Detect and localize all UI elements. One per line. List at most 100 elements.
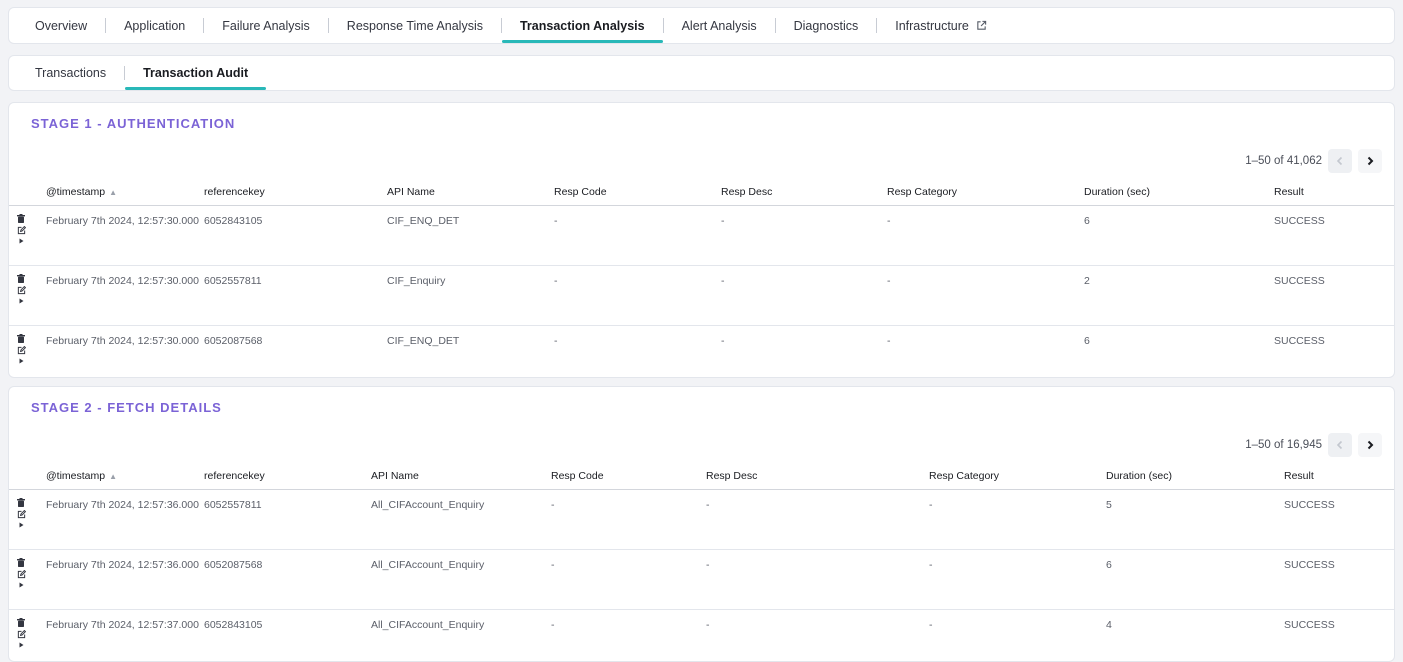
tab-diagnostics[interactable]: Diagnostics: [776, 8, 877, 43]
cell-duration: 6: [1084, 335, 1090, 347]
cell-api-name: All_CIFAccount_Enquiry: [371, 499, 485, 511]
table-row: February 7th 2024, 12:57:37.000 605284310…: [9, 610, 1394, 661]
cell-resp-code: -: [551, 499, 555, 511]
cell-result: SUCCESS: [1284, 499, 1335, 511]
cell-resp-desc: -: [706, 559, 710, 571]
trash-icon[interactable]: [17, 334, 25, 343]
table-row: February 7th 2024, 12:57:30.000 605208756…: [9, 326, 1394, 377]
expand-row-icon[interactable]: [19, 298, 24, 304]
column-header-api-name[interactable]: API Name: [387, 186, 435, 198]
column-header-timestamp[interactable]: @timestamp ▲: [46, 470, 117, 482]
cell-resp-code: -: [554, 215, 558, 227]
table-header: @timestamp ▲ referencekey API Name Resp Code…: [9, 462, 1394, 490]
cell-timestamp: February 7th 2024, 12:57:30.000: [46, 275, 199, 287]
trash-icon[interactable]: [17, 274, 25, 283]
stage-title: STAGE 2 - FETCH DETAILS: [31, 400, 222, 415]
column-header-resp-desc[interactable]: Resp Desc: [706, 470, 757, 482]
edit-icon[interactable]: [17, 346, 26, 355]
sub-tab-bar: Transactions Transaction Audit: [8, 55, 1395, 91]
tab-response-time-analysis[interactable]: Response Time Analysis: [329, 8, 501, 43]
tab-failure-analysis[interactable]: Failure Analysis: [204, 8, 328, 43]
row-actions: [15, 334, 27, 364]
table-row: February 7th 2024, 12:57:30.000 605284310…: [9, 206, 1394, 266]
next-page-button[interactable]: [1358, 149, 1382, 173]
cell-resp-code: -: [554, 275, 558, 287]
column-header-label: Duration (sec): [1106, 470, 1172, 482]
column-header-label: API Name: [387, 186, 435, 198]
column-header-duration[interactable]: Duration (sec): [1084, 186, 1150, 198]
trash-icon[interactable]: [17, 214, 25, 223]
tab-transactions[interactable]: Transactions: [17, 56, 124, 90]
column-header-label: Resp Code: [551, 470, 604, 482]
prev-page-button[interactable]: [1328, 433, 1352, 457]
column-header-resp-category[interactable]: Resp Category: [887, 186, 957, 198]
cell-timestamp: February 7th 2024, 12:57:30.000: [46, 215, 199, 227]
edit-icon[interactable]: [17, 510, 26, 519]
column-header-label: Resp Desc: [721, 186, 773, 198]
column-header-resp-category[interactable]: Resp Category: [929, 470, 999, 482]
column-header-timestamp[interactable]: @timestamp ▲: [46, 186, 117, 198]
trash-icon[interactable]: [17, 618, 25, 627]
sort-ascending-icon[interactable]: ▲: [109, 188, 117, 197]
column-header-result[interactable]: Result: [1274, 186, 1304, 198]
pagination: 1–50 of 16,945: [1245, 433, 1382, 457]
cell-referencekey: 6052843105: [204, 619, 263, 631]
cell-resp-desc: -: [721, 335, 725, 347]
row-actions: [15, 558, 27, 588]
tab-alert-analysis[interactable]: Alert Analysis: [664, 8, 775, 43]
expand-row-icon[interactable]: [19, 358, 24, 364]
column-header-resp-code[interactable]: Resp Code: [554, 186, 607, 198]
cell-resp-desc: -: [706, 499, 710, 511]
next-page-button[interactable]: [1358, 433, 1382, 457]
edit-icon[interactable]: [17, 630, 26, 639]
column-header-result[interactable]: Result: [1284, 470, 1314, 482]
trash-icon[interactable]: [17, 558, 25, 567]
column-header-referencekey[interactable]: referencekey: [204, 470, 265, 482]
trash-icon[interactable]: [17, 498, 25, 507]
tab-application[interactable]: Application: [106, 8, 203, 43]
column-header-label: @timestamp: [46, 470, 106, 482]
edit-icon[interactable]: [17, 570, 26, 579]
tab-transaction-audit[interactable]: Transaction Audit: [125, 56, 267, 90]
edit-icon[interactable]: [17, 226, 26, 235]
expand-row-icon[interactable]: [19, 238, 24, 244]
sort-ascending-icon[interactable]: ▲: [109, 472, 117, 481]
stage-title: STAGE 1 - AUTHENTICATION: [31, 116, 236, 131]
expand-row-icon[interactable]: [19, 642, 24, 648]
cell-timestamp: February 7th 2024, 12:57:30.000: [46, 335, 199, 347]
expand-row-icon[interactable]: [19, 522, 24, 528]
edit-icon[interactable]: [17, 286, 26, 295]
tab-transaction-analysis[interactable]: Transaction Analysis: [501, 8, 663, 43]
row-actions: [15, 498, 27, 528]
cell-result: SUCCESS: [1284, 559, 1335, 571]
prev-page-button[interactable]: [1328, 149, 1352, 173]
tab-overview[interactable]: Overview: [17, 8, 105, 43]
cell-resp-category: -: [887, 275, 891, 287]
column-header-resp-code[interactable]: Resp Code: [551, 470, 604, 482]
column-header-referencekey[interactable]: referencekey: [204, 186, 265, 198]
pagination-count: 1–50 of 41,062: [1245, 155, 1322, 167]
cell-resp-category: -: [929, 499, 933, 511]
column-header-duration[interactable]: Duration (sec): [1106, 470, 1172, 482]
column-header-api-name[interactable]: API Name: [371, 470, 419, 482]
cell-duration: 6: [1106, 559, 1112, 571]
cell-api-name: All_CIFAccount_Enquiry: [371, 619, 485, 631]
column-header-resp-desc[interactable]: Resp Desc: [721, 186, 772, 198]
cell-result: SUCCESS: [1274, 335, 1325, 347]
expand-row-icon[interactable]: [19, 582, 24, 588]
cell-result: SUCCESS: [1284, 619, 1335, 631]
column-header-label: Resp Category: [887, 186, 958, 198]
cell-duration: 4: [1106, 619, 1112, 631]
cell-duration: 6: [1084, 215, 1090, 227]
tab-infrastructure[interactable]: Infrastructure: [877, 8, 1005, 43]
cell-timestamp: February 7th 2024, 12:57:36.000: [46, 499, 199, 511]
cell-api-name: CIF_Enquiry: [387, 275, 446, 287]
cell-referencekey: 6052087568: [204, 559, 263, 571]
column-header-label: referencekey: [204, 470, 265, 482]
cell-result: SUCCESS: [1274, 215, 1325, 227]
stage-1-panel: STAGE 1 - AUTHENTICATION 1–50 of 41,062 @t…: [8, 102, 1395, 378]
column-header-label: Result: [1274, 186, 1304, 198]
pagination: 1–50 of 41,062: [1245, 149, 1382, 173]
column-header-label: Duration (sec): [1084, 186, 1150, 198]
cell-api-name: CIF_ENQ_DET: [387, 335, 460, 347]
